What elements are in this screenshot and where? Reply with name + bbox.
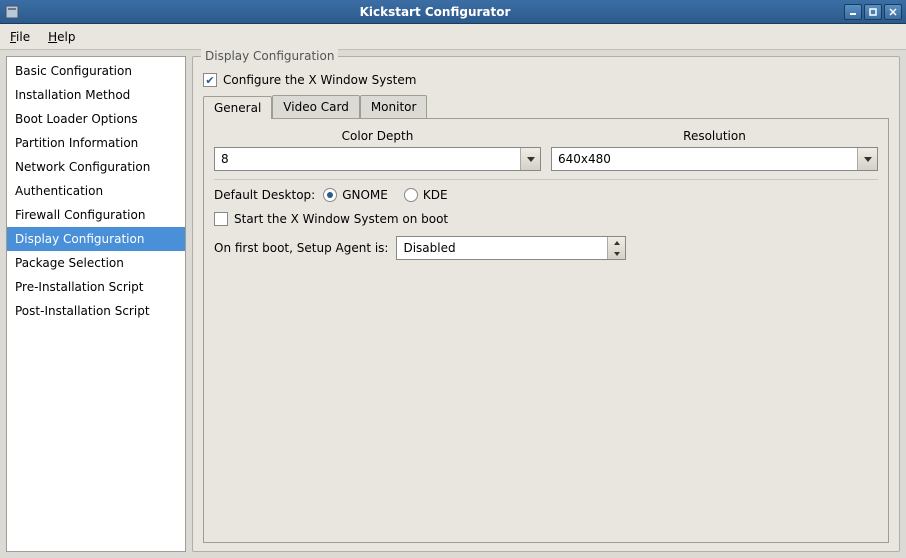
desktop-gnome-option[interactable]: GNOME	[323, 188, 388, 202]
sidebar-item-display-configuration[interactable]: Display Configuration	[7, 227, 185, 251]
tab-panel-general: Color Depth Resolution 8 640x480 Defaul	[203, 119, 889, 543]
start-x-boot-checkbox[interactable]	[214, 212, 228, 226]
tab-general[interactable]: General	[203, 96, 272, 119]
color-depth-combo[interactable]: 8	[214, 147, 541, 171]
desktop-kde-option[interactable]: KDE	[404, 188, 448, 202]
setup-agent-value[interactable]: Disabled	[397, 237, 607, 259]
main-panel: Display Configuration Configure the X Wi…	[192, 56, 900, 552]
display-configuration-group: Display Configuration Configure the X Wi…	[192, 56, 900, 552]
setup-agent-down[interactable]	[608, 248, 625, 259]
window-title: Kickstart Configurator	[26, 5, 844, 19]
sidebar-item-authentication[interactable]: Authentication	[7, 179, 185, 203]
setup-agent-label: On first boot, Setup Agent is:	[214, 241, 388, 255]
desktop-gnome-radio[interactable]	[323, 188, 337, 202]
minimize-button[interactable]	[844, 4, 862, 20]
resolution-dropdown-button[interactable]	[857, 148, 877, 170]
window-controls	[844, 4, 902, 20]
setup-agent-up[interactable]	[608, 237, 625, 248]
start-x-boot-row: Start the X Window System on boot	[214, 212, 878, 226]
separator	[214, 179, 878, 180]
configure-x-row: Configure the X Window System	[203, 73, 889, 87]
sidebar-item-boot-loader-options[interactable]: Boot Loader Options	[7, 107, 185, 131]
desktop-kde-label: KDE	[423, 188, 448, 202]
close-button[interactable]	[884, 4, 902, 20]
maximize-button[interactable]	[864, 4, 882, 20]
desktop-kde-radio[interactable]	[404, 188, 418, 202]
configure-x-checkbox[interactable]	[203, 73, 217, 87]
menu-help-rest: elp	[57, 30, 75, 44]
sidebar-item-partition-information[interactable]: Partition Information	[7, 131, 185, 155]
menubar: File Help	[0, 24, 906, 50]
tab-strip: General Video Card Monitor	[203, 95, 889, 119]
combo-row: 8 640x480	[214, 147, 878, 171]
default-desktop-row: Default Desktop: GNOME KDE	[214, 188, 878, 202]
resolution-header: Resolution	[551, 129, 878, 143]
sidebar-item-firewall-configuration[interactable]: Firewall Configuration	[7, 203, 185, 227]
configure-x-label: Configure the X Window System	[223, 73, 416, 87]
content-area: Basic Configuration Installation Method …	[0, 50, 906, 558]
menu-file[interactable]: File	[6, 27, 34, 47]
desktop-radio-group: GNOME KDE	[323, 188, 447, 202]
desktop-gnome-label: GNOME	[342, 188, 388, 202]
group-title: Display Configuration	[201, 49, 338, 63]
setup-agent-spinner	[607, 237, 625, 259]
sidebar-item-network-configuration[interactable]: Network Configuration	[7, 155, 185, 179]
color-depth-dropdown-button[interactable]	[520, 148, 540, 170]
sidebar-item-pre-installation-script[interactable]: Pre-Installation Script	[7, 275, 185, 299]
menu-help[interactable]: Help	[44, 27, 79, 47]
resolution-combo[interactable]: 640x480	[551, 147, 878, 171]
sidebar-item-package-selection[interactable]: Package Selection	[7, 251, 185, 275]
sidebar-item-basic-configuration[interactable]: Basic Configuration	[7, 59, 185, 83]
color-depth-value[interactable]: 8	[215, 148, 520, 170]
sidebar-item-post-installation-script[interactable]: Post-Installation Script	[7, 299, 185, 323]
combo-headers: Color Depth Resolution	[214, 129, 878, 143]
tab-monitor[interactable]: Monitor	[360, 95, 428, 118]
sidebar: Basic Configuration Installation Method …	[6, 56, 186, 552]
menu-file-rest: ile	[16, 30, 30, 44]
sidebar-item-installation-method[interactable]: Installation Method	[7, 83, 185, 107]
setup-agent-select[interactable]: Disabled	[396, 236, 626, 260]
tab-video-card[interactable]: Video Card	[272, 95, 360, 118]
start-x-boot-label: Start the X Window System on boot	[234, 212, 448, 226]
titlebar: Kickstart Configurator	[0, 0, 906, 24]
color-depth-header: Color Depth	[214, 129, 541, 143]
default-desktop-label: Default Desktop:	[214, 188, 315, 202]
app-icon	[4, 4, 20, 20]
resolution-value[interactable]: 640x480	[552, 148, 857, 170]
setup-agent-row: On first boot, Setup Agent is: Disabled	[214, 236, 878, 260]
